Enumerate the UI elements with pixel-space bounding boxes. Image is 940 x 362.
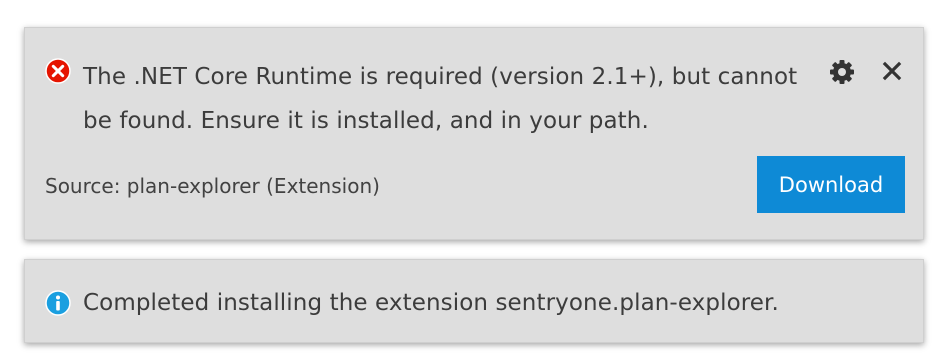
info-message: Completed installing the extension sentr… <box>83 290 779 316</box>
source-label: Source: plan-explorer (Extension) <box>45 174 380 198</box>
download-button[interactable]: Download <box>757 156 905 213</box>
error-notification: The .NET Core Runtime is required (versi… <box>24 27 924 240</box>
error-message: The .NET Core Runtime is required (versi… <box>83 64 798 134</box>
gear-icon[interactable] <box>827 57 857 87</box>
error-circle-icon <box>45 58 71 84</box>
info-circle-icon <box>45 290 71 316</box>
close-icon[interactable] <box>880 59 904 83</box>
info-notification: Completed installing the extension sentr… <box>24 259 924 343</box>
